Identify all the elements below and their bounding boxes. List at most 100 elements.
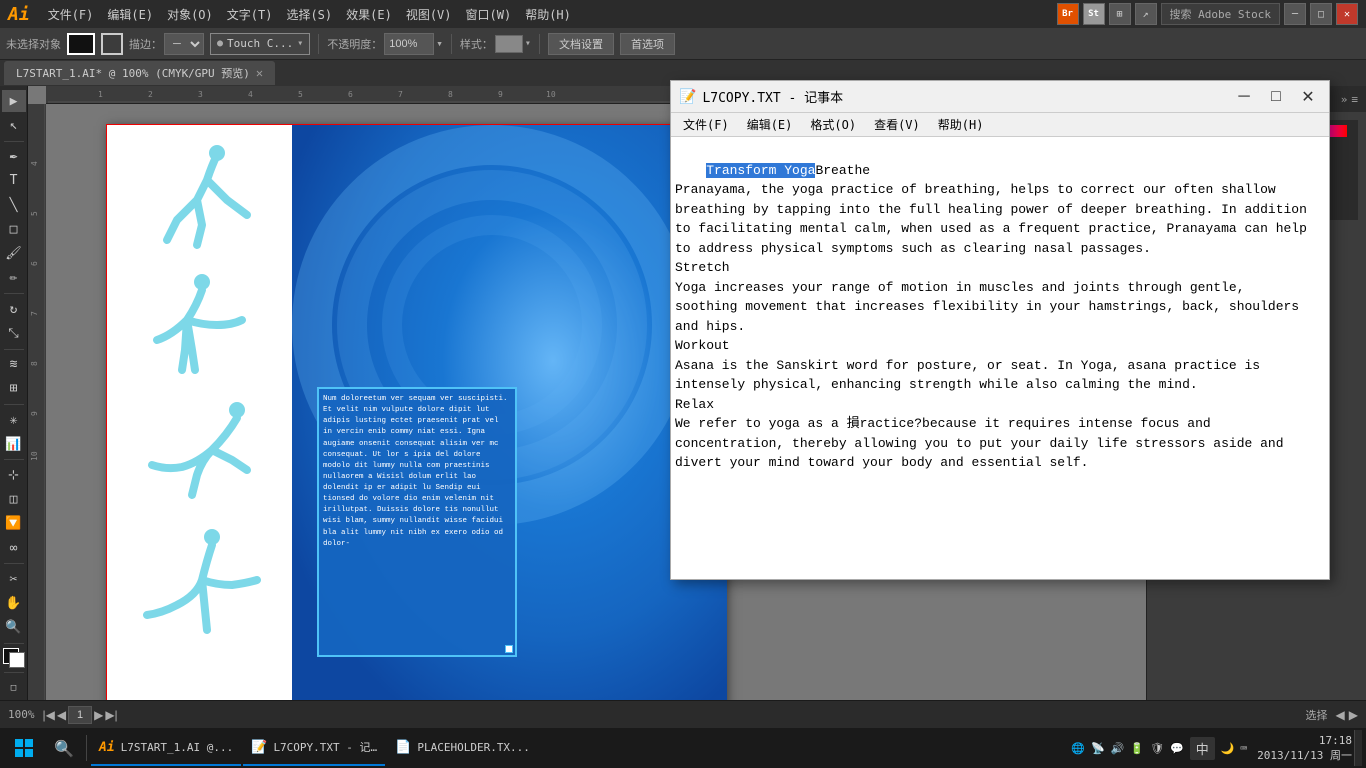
sound-icon[interactable]: 🔊 — [1111, 742, 1125, 755]
show-desktop-button[interactable] — [1354, 730, 1362, 766]
notepad-title: L7COPY.TXT - 记事本 — [702, 87, 1225, 106]
paintbrush-tool[interactable]: 🖌 — [2, 243, 26, 265]
keyboard-icon[interactable]: ⌨ — [1241, 742, 1248, 755]
free-transform-tool[interactable]: ⊞ — [2, 378, 26, 400]
menu-file[interactable]: 文件(F) — [42, 4, 100, 25]
svg-text:10: 10 — [546, 90, 556, 99]
taskbar-placeholder-app[interactable]: 📄 PLACEHOLDER.TX... — [387, 730, 538, 766]
warp-tool[interactable]: ≋ — [2, 353, 26, 375]
stroke-box[interactable] — [101, 33, 123, 55]
menu-select[interactable]: 选择(S) — [280, 4, 338, 25]
column-graph-tool[interactable]: 📊 — [2, 433, 26, 455]
gradient-tool[interactable]: ◫ — [2, 489, 26, 511]
close-icon[interactable]: ✕ — [1336, 3, 1358, 25]
rotate-tool[interactable]: ↻ — [2, 298, 26, 320]
menu-help[interactable]: 帮助(H) — [519, 4, 577, 25]
shape-tool[interactable]: □ — [2, 218, 26, 240]
touch-brush-button[interactable]: ● Touch C... ▾ — [210, 33, 310, 55]
np-menu-help[interactable]: 帮助(H) — [930, 114, 992, 135]
color-swatches[interactable] — [3, 648, 25, 668]
battery-icon[interactable]: 🔋 — [1130, 742, 1144, 755]
pencil-tool[interactable]: ✏ — [2, 267, 26, 289]
tab-close-button[interactable]: ✕ — [256, 66, 263, 80]
bridge-icon[interactable]: Br — [1057, 3, 1079, 25]
np-menu-view[interactable]: 查看(V) — [866, 114, 928, 135]
network-icon[interactable]: 📡 — [1091, 742, 1105, 755]
search-stock[interactable]: 搜索 Adobe Stock — [1161, 3, 1280, 25]
type-tool[interactable]: T — [2, 170, 26, 192]
chat-icon[interactable]: 💬 — [1170, 742, 1184, 755]
scissors-tool[interactable]: ✂ — [2, 568, 26, 590]
background-color[interactable] — [9, 652, 25, 668]
taskbar-placeholder-label: PLACEHOLDER.TX... — [417, 741, 530, 754]
arrow-icon[interactable]: ↗ — [1135, 3, 1157, 25]
style-arrow[interactable]: ▾ — [525, 38, 531, 49]
fill-color-box[interactable] — [67, 33, 95, 55]
notepad-maximize-button[interactable]: □ — [1263, 84, 1289, 110]
line-tool[interactable]: ╲ — [2, 194, 26, 216]
menu-text[interactable]: 文字(T) — [221, 4, 279, 25]
grid-icon[interactable]: ⊞ — [1109, 3, 1131, 25]
opacity-arrow[interactable]: ▾ — [436, 37, 443, 50]
next-page-button[interactable]: ▶ — [94, 708, 103, 722]
taskbar-ai-app[interactable]: Ai L7START_1.AI @... — [91, 730, 241, 766]
symbol-tool[interactable]: ✳ — [2, 409, 26, 431]
notepad-minimize-button[interactable]: ─ — [1231, 84, 1257, 110]
panel-menu-icon[interactable]: ≡ — [1351, 93, 1358, 106]
ime-indicator[interactable]: 中 — [1190, 737, 1215, 760]
draw-mode-normal[interactable]: □ — [2, 677, 26, 699]
text-overlay-box[interactable]: Num doloreetum ver sequam ver suscipisti… — [317, 387, 517, 657]
notepad-text-area[interactable]: Transform YogaBreathe Pranayama, the yog… — [671, 137, 1329, 579]
top-right-icons: Br St ⊞ ↗ 搜索 Adobe Stock ─ □ ✕ — [1057, 3, 1358, 25]
np-menu-file[interactable]: 文件(F) — [675, 114, 737, 135]
opacity-input[interactable] — [384, 33, 434, 55]
system-clock[interactable]: 17:18 2013/11/13 周一 — [1257, 733, 1352, 764]
scale-tool[interactable]: ⤡ — [2, 322, 26, 344]
select-tool[interactable]: ▶ — [2, 90, 26, 112]
taskbar-search-button[interactable]: 🔍 — [46, 730, 82, 766]
style-preview[interactable] — [495, 35, 523, 53]
input-mode-icon[interactable]: 🌙 — [1221, 742, 1235, 755]
system-tray: 🌐 📡 🔊 🔋 🛡 💬 中 🌙 ⌨ — [1063, 737, 1255, 760]
page-number-input[interactable] — [68, 706, 92, 724]
blend-tool[interactable]: ∞ — [2, 537, 26, 559]
menu-window[interactable]: 窗口(W) — [460, 4, 518, 25]
menu-edit[interactable]: 编辑(E) — [101, 4, 159, 25]
active-tab[interactable]: L7START_1.AI* @ 100% (CMYK/GPU 预览) ✕ — [4, 61, 275, 85]
antivirus-icon[interactable]: 🛡 — [1150, 742, 1164, 755]
hand-tool[interactable]: ✋ — [2, 593, 26, 615]
doc-settings-button[interactable]: 文档设置 — [548, 33, 614, 55]
menu-view[interactable]: 视图(V) — [400, 4, 458, 25]
edge-icon[interactable]: 🌐 — [1071, 742, 1085, 755]
direct-select-tool[interactable]: ↖ — [2, 114, 26, 136]
np-menu-format[interactable]: 格式(O) — [802, 114, 864, 135]
eyedropper-tool[interactable]: 🔽 — [2, 513, 26, 535]
taskbar-ai-icon: Ai — [99, 740, 115, 755]
preferences-button[interactable]: 首选项 — [620, 33, 675, 55]
menu-object[interactable]: 对象(O) — [161, 4, 219, 25]
tool-sep-6 — [4, 563, 24, 564]
next-artboard-button[interactable]: ▶ — [1349, 708, 1358, 722]
stroke-select[interactable]: ─ — [164, 33, 204, 55]
resize-handle[interactable] — [505, 645, 513, 653]
yoga-pose-4 — [117, 525, 277, 635]
menu-effect[interactable]: 效果(E) — [340, 4, 398, 25]
notepad-close-button[interactable]: ✕ — [1295, 84, 1321, 110]
first-page-button[interactable]: |◀ — [43, 708, 55, 722]
brush-dropdown-icon: ▾ — [297, 38, 303, 49]
zoom-tool[interactable]: 🔍 — [2, 617, 26, 639]
np-menu-edit[interactable]: 编辑(E) — [739, 114, 801, 135]
taskbar-notepad-app[interactable]: 📝 L7COPY.TXT - 记… — [243, 730, 385, 766]
zoom-control: 100% — [8, 708, 35, 721]
minimize-icon[interactable]: ─ — [1284, 3, 1306, 25]
maximize-icon[interactable]: □ — [1310, 3, 1332, 25]
last-page-button[interactable]: ▶| — [105, 708, 117, 722]
menu-bar: Ai 文件(F) 编辑(E) 对象(O) 文字(T) 选择(S) 效果(E) 视… — [0, 0, 1366, 28]
start-button[interactable] — [4, 730, 44, 766]
panel-expand-icon[interactable]: » — [1341, 93, 1348, 106]
prev-artboard-button[interactable]: ◀ — [1336, 708, 1345, 722]
pen-tool[interactable]: ✒ — [2, 145, 26, 167]
stock-icon[interactable]: St — [1083, 3, 1105, 25]
mesh-tool[interactable]: ⊹ — [2, 464, 26, 486]
prev-page-button[interactable]: ◀ — [57, 708, 66, 722]
